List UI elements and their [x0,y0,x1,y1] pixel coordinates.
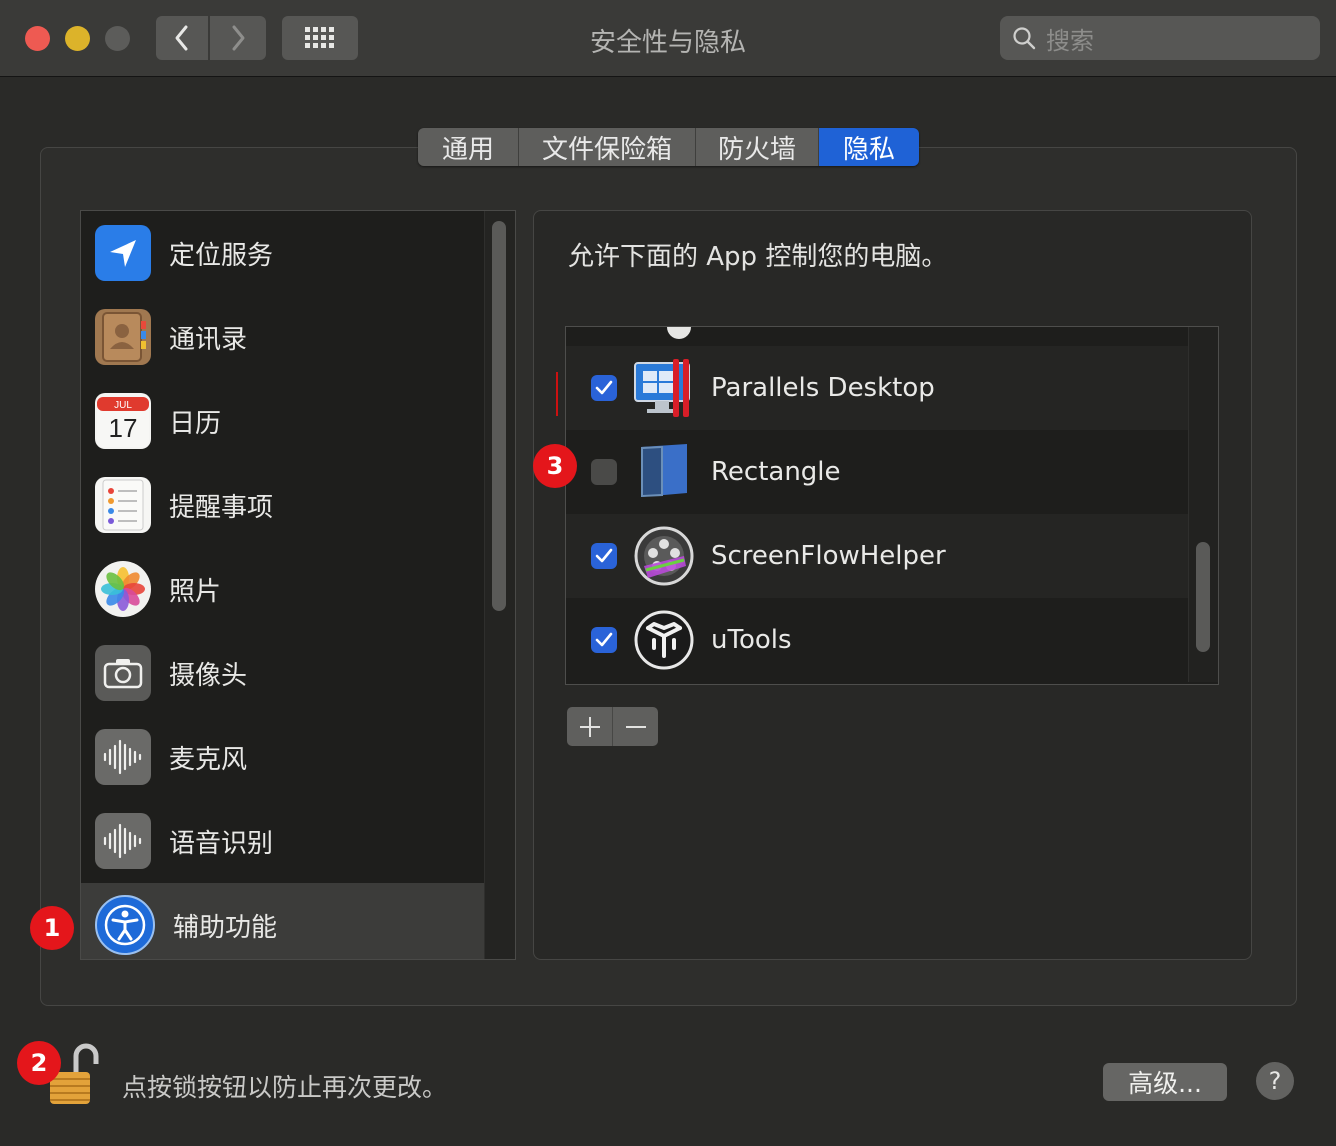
app-name: Rectangle [711,457,841,487]
photos-icon [95,561,151,617]
search-icon [1013,27,1036,50]
camera-icon [95,645,151,701]
screenflow-icon [633,525,695,587]
search-placeholder: 搜索 [1046,26,1094,55]
checkbox-screenflow[interactable] [591,543,617,569]
sidebar-item-label: 麦克风 [169,744,248,775]
sidebar-item-calendar[interactable]: JUL 17 日历 [81,379,485,463]
sidebar-item-label: 定位服务 [169,240,274,271]
tab-firewall[interactable]: 防火墙 [696,128,819,166]
list-item-screenflow[interactable]: ScreenFlowHelper [566,514,1188,598]
plus-icon [579,716,600,737]
tab-privacy[interactable]: 隐私 [819,128,919,166]
utools-icon [633,609,695,671]
app-name: uTools [711,625,792,655]
sidebar-item-label: 语音识别 [169,828,274,859]
speech-waveform-icon [95,813,151,869]
sidebar-item-label: 提醒事项 [169,492,274,523]
tab-bar: 通用 文件保险箱 防火墙 隐私 [418,128,919,166]
parallels-icon [633,357,695,419]
sidebar-item-label: 日历 [169,408,222,439]
lock-hint-text: 点按锁按钮以防止再次更改。 [122,1073,448,1102]
checkmark-icon [595,632,613,647]
calendar-icon: JUL 17 [95,393,151,449]
list-item-partial [566,327,1188,346]
accessibility-icon [95,895,155,955]
list-item-parallels[interactable]: Parallels Desktop [566,346,1188,430]
annotation-badge-2: 2 [17,1041,61,1085]
list-item-rectangle[interactable]: Rectangle [566,430,1188,514]
sidebar-item-label: 照片 [169,576,222,607]
annotation-badge-1: 1 [30,906,74,950]
app-icon-partial [667,327,691,339]
add-app-button[interactable] [567,707,613,746]
checkbox-rectangle[interactable] [591,459,617,485]
location-arrow-icon [95,225,151,281]
advanced-button[interactable]: 高级... [1103,1063,1227,1101]
checkmark-icon [595,548,613,563]
sidebar-item-reminders[interactable]: 提醒事项 [81,463,485,547]
panel-description: 允许下面的 App 控制您的电脑。 [568,242,948,272]
calendar-day: 17 [109,413,138,443]
sidebar-scroll-thumb[interactable] [492,221,506,611]
microphone-waveform-icon [95,729,151,785]
sidebar-item-speech[interactable]: 语音识别 [81,799,485,883]
checkmark-icon [595,380,613,395]
reminders-icon [95,477,151,533]
calendar-month: JUL [114,400,132,411]
minus-icon [625,725,646,728]
sidebar-item-photos[interactable]: 照片 [81,547,485,631]
sidebar-item-label: 摄像头 [169,660,248,691]
contacts-book-icon [95,309,151,365]
sidebar-item-label: 辅助功能 [173,912,278,943]
sidebar-item-microphone[interactable]: 麦克风 [81,715,485,799]
list-item-utools[interactable]: uTools [566,598,1188,682]
title-bar: 安全性与隐私 搜索 [0,0,1336,77]
search-field[interactable]: 搜索 [1000,16,1320,60]
sidebar-item-accessibility[interactable]: 辅助功能 [81,883,485,959]
checkbox-parallels[interactable] [591,375,617,401]
add-remove-buttons [567,707,658,746]
app-name: ScreenFlowHelper [711,541,946,571]
sidebar-item-label: 通讯录 [169,324,248,355]
help-button[interactable]: ? [1256,1062,1294,1100]
tab-general[interactable]: 通用 [418,128,519,166]
rectangle-icon [633,441,695,503]
remove-app-button[interactable] [613,707,658,746]
app-list-scroll-thumb[interactable] [1196,542,1210,652]
app-list[interactable]: Parallels Desktop Rectangle ScreenFlowHe… [565,326,1219,685]
annotation-badge-3: 3 [533,444,577,488]
app-name: Parallels Desktop [711,373,935,403]
sidebar-item-contacts[interactable]: 通讯录 [81,295,485,379]
checkbox-utools[interactable] [591,627,617,653]
sidebar-item-camera[interactable]: 摄像头 [81,631,485,715]
annotation-line [556,372,558,416]
privacy-category-list[interactable]: 定位服务 通讯录 JUL 17 日历 提醒事项 照片 摄像头 麦克风 语音识别 … [80,210,516,960]
tab-filevault[interactable]: 文件保险箱 [519,128,696,166]
sidebar-item-location[interactable]: 定位服务 [81,211,485,295]
